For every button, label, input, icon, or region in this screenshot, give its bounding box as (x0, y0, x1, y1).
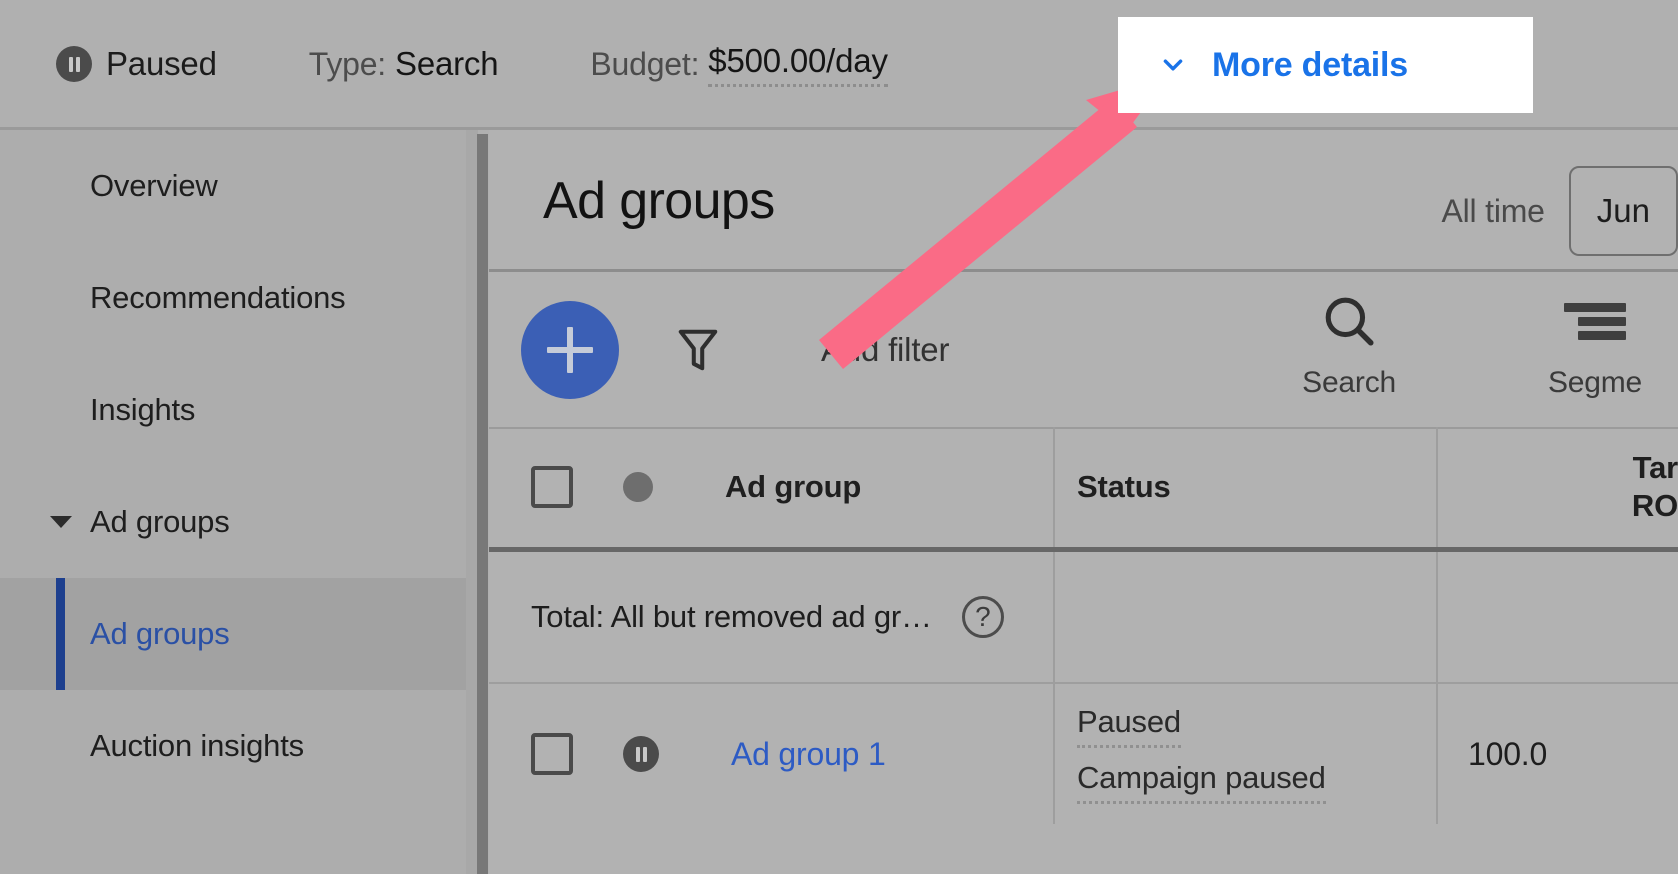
page-header: Ad groups All time Jun (489, 130, 1678, 272)
row-select-checkbox[interactable] (531, 733, 573, 775)
date-range-button[interactable]: Jun (1568, 166, 1678, 256)
row-cell-status: Paused Campaign paused (1055, 684, 1438, 824)
table-header: Ad group Status Tar RO (489, 427, 1678, 547)
campaign-budget-label: Budget: (590, 45, 700, 82)
date-range-preset-label: All time (1441, 192, 1545, 229)
sidebar-item-label: Auction insights (90, 728, 304, 763)
app-screenshot: Paused Type: Search Budget: $500.00/day … (0, 0, 1678, 874)
campaign-status-label: Paused (106, 45, 217, 82)
status-primary[interactable]: Paused (1077, 704, 1181, 748)
sidebar-item-label: Insights (90, 392, 196, 427)
total-label: Total: All but removed ad gr… (531, 599, 932, 634)
search-icon (1320, 290, 1378, 352)
campaign-type-chip: Type: Search (309, 45, 499, 83)
add-ad-group-button[interactable] (521, 300, 619, 399)
add-filter-button[interactable]: Add filter (675, 324, 949, 376)
total-row: Total: All but removed ad gr… ? (489, 552, 1678, 682)
segment-label: Segme (1547, 366, 1642, 399)
plus-icon (547, 326, 593, 373)
more-details-button[interactable]: More details (1118, 46, 1408, 85)
search-label: Search (1302, 366, 1396, 399)
sidebar-item-label: Recommendations (90, 280, 346, 315)
table-body: Ad group 1 Paused Campaign paused 100.0 (489, 684, 1678, 824)
pause-circle-icon (56, 46, 92, 82)
campaign-status-chip: Paused (56, 45, 217, 83)
total-cell-status (1055, 552, 1438, 682)
funnel-icon (675, 324, 721, 376)
campaign-type-label: Type: (308, 45, 387, 82)
pause-circle-icon[interactable] (623, 736, 659, 772)
add-filter-label: Add filter (821, 330, 950, 368)
campaign-budget-value[interactable]: $500.00/day (708, 42, 888, 87)
row-cell-ad-group: Ad group 1 (489, 684, 1055, 824)
header-cell-ad-group[interactable]: Ad group (489, 427, 1055, 547)
sidebar-item-recommendations[interactable]: Recommendations (0, 242, 466, 354)
sidebar-item-insights[interactable]: Insights (0, 354, 466, 466)
date-range-control: All time Jun (1441, 166, 1678, 256)
search-button[interactable]: Search (1302, 290, 1396, 400)
row-cell-target-roas: 100.0 (1438, 684, 1678, 824)
total-cell-target-roas (1438, 552, 1678, 682)
total-cell-label: Total: All but removed ad gr… ? (489, 552, 1055, 682)
ad-group-link[interactable]: Ad group 1 (731, 736, 886, 773)
header-label-target-roas: Tar RO (1631, 450, 1678, 523)
sidebar-item-label: Overview (90, 168, 218, 203)
header-label-ad-group: Ad group (725, 469, 862, 504)
more-details-label: More details (1212, 45, 1408, 84)
campaign-type-value: Search (395, 45, 499, 82)
sidebar-item-auction-insights-sub[interactable]: Auction insights (0, 690, 466, 802)
table-total-row: Total: All but removed ad gr… ? (489, 552, 1678, 682)
header-cell-status[interactable]: Status (1055, 427, 1438, 547)
sidebar-scrollbar-thumb[interactable] (477, 134, 488, 874)
topbar-divider (0, 127, 1678, 130)
ad-groups-table: Ad group Status Tar RO Total: All but rem… (489, 427, 1678, 824)
page-title: Ad groups (543, 172, 775, 230)
caret-down-icon[interactable] (50, 516, 72, 528)
sidebar-item-label: Ad groups (90, 616, 230, 651)
select-all-checkbox[interactable] (531, 466, 573, 508)
more-details-highlight: More details (1118, 17, 1533, 113)
target-roas-value: 100.0 (1468, 735, 1548, 772)
segment-button[interactable]: Segme (1548, 290, 1642, 400)
campaign-budget-chip: Budget: $500.00/day (590, 42, 888, 87)
segment-icon (1563, 290, 1626, 352)
chevron-down-icon (1160, 52, 1186, 78)
sidebar-item-label: Ad groups (90, 504, 230, 539)
sidebar-item-ad-groups-sub[interactable]: Ad groups (0, 578, 466, 690)
left-navigation[interactable]: Overview Recommendations Insights Ad groups… (0, 130, 466, 874)
status-dot-icon (623, 472, 653, 502)
main-content: Ad groups All time Jun Add filter Search… (489, 130, 1678, 874)
date-range-value: Jun (1596, 192, 1650, 229)
table-row[interactable]: Ad group 1 Paused Campaign paused 100.0 (489, 684, 1678, 824)
table-toolbar: Add filter Search Segme (489, 272, 1678, 427)
sidebar-item-overview[interactable]: Overview (0, 130, 466, 242)
header-cell-target-roas[interactable]: Tar RO (1438, 427, 1678, 547)
table-header-row: Ad group Status Tar RO (489, 427, 1678, 547)
status-secondary[interactable]: Campaign paused (1077, 760, 1326, 804)
sidebar-active-indicator (56, 578, 65, 690)
header-label-status: Status (1077, 469, 1171, 504)
help-circle-icon[interactable]: ? (961, 596, 1004, 638)
sidebar-item-ad-groups[interactable]: Ad groups (0, 466, 466, 578)
